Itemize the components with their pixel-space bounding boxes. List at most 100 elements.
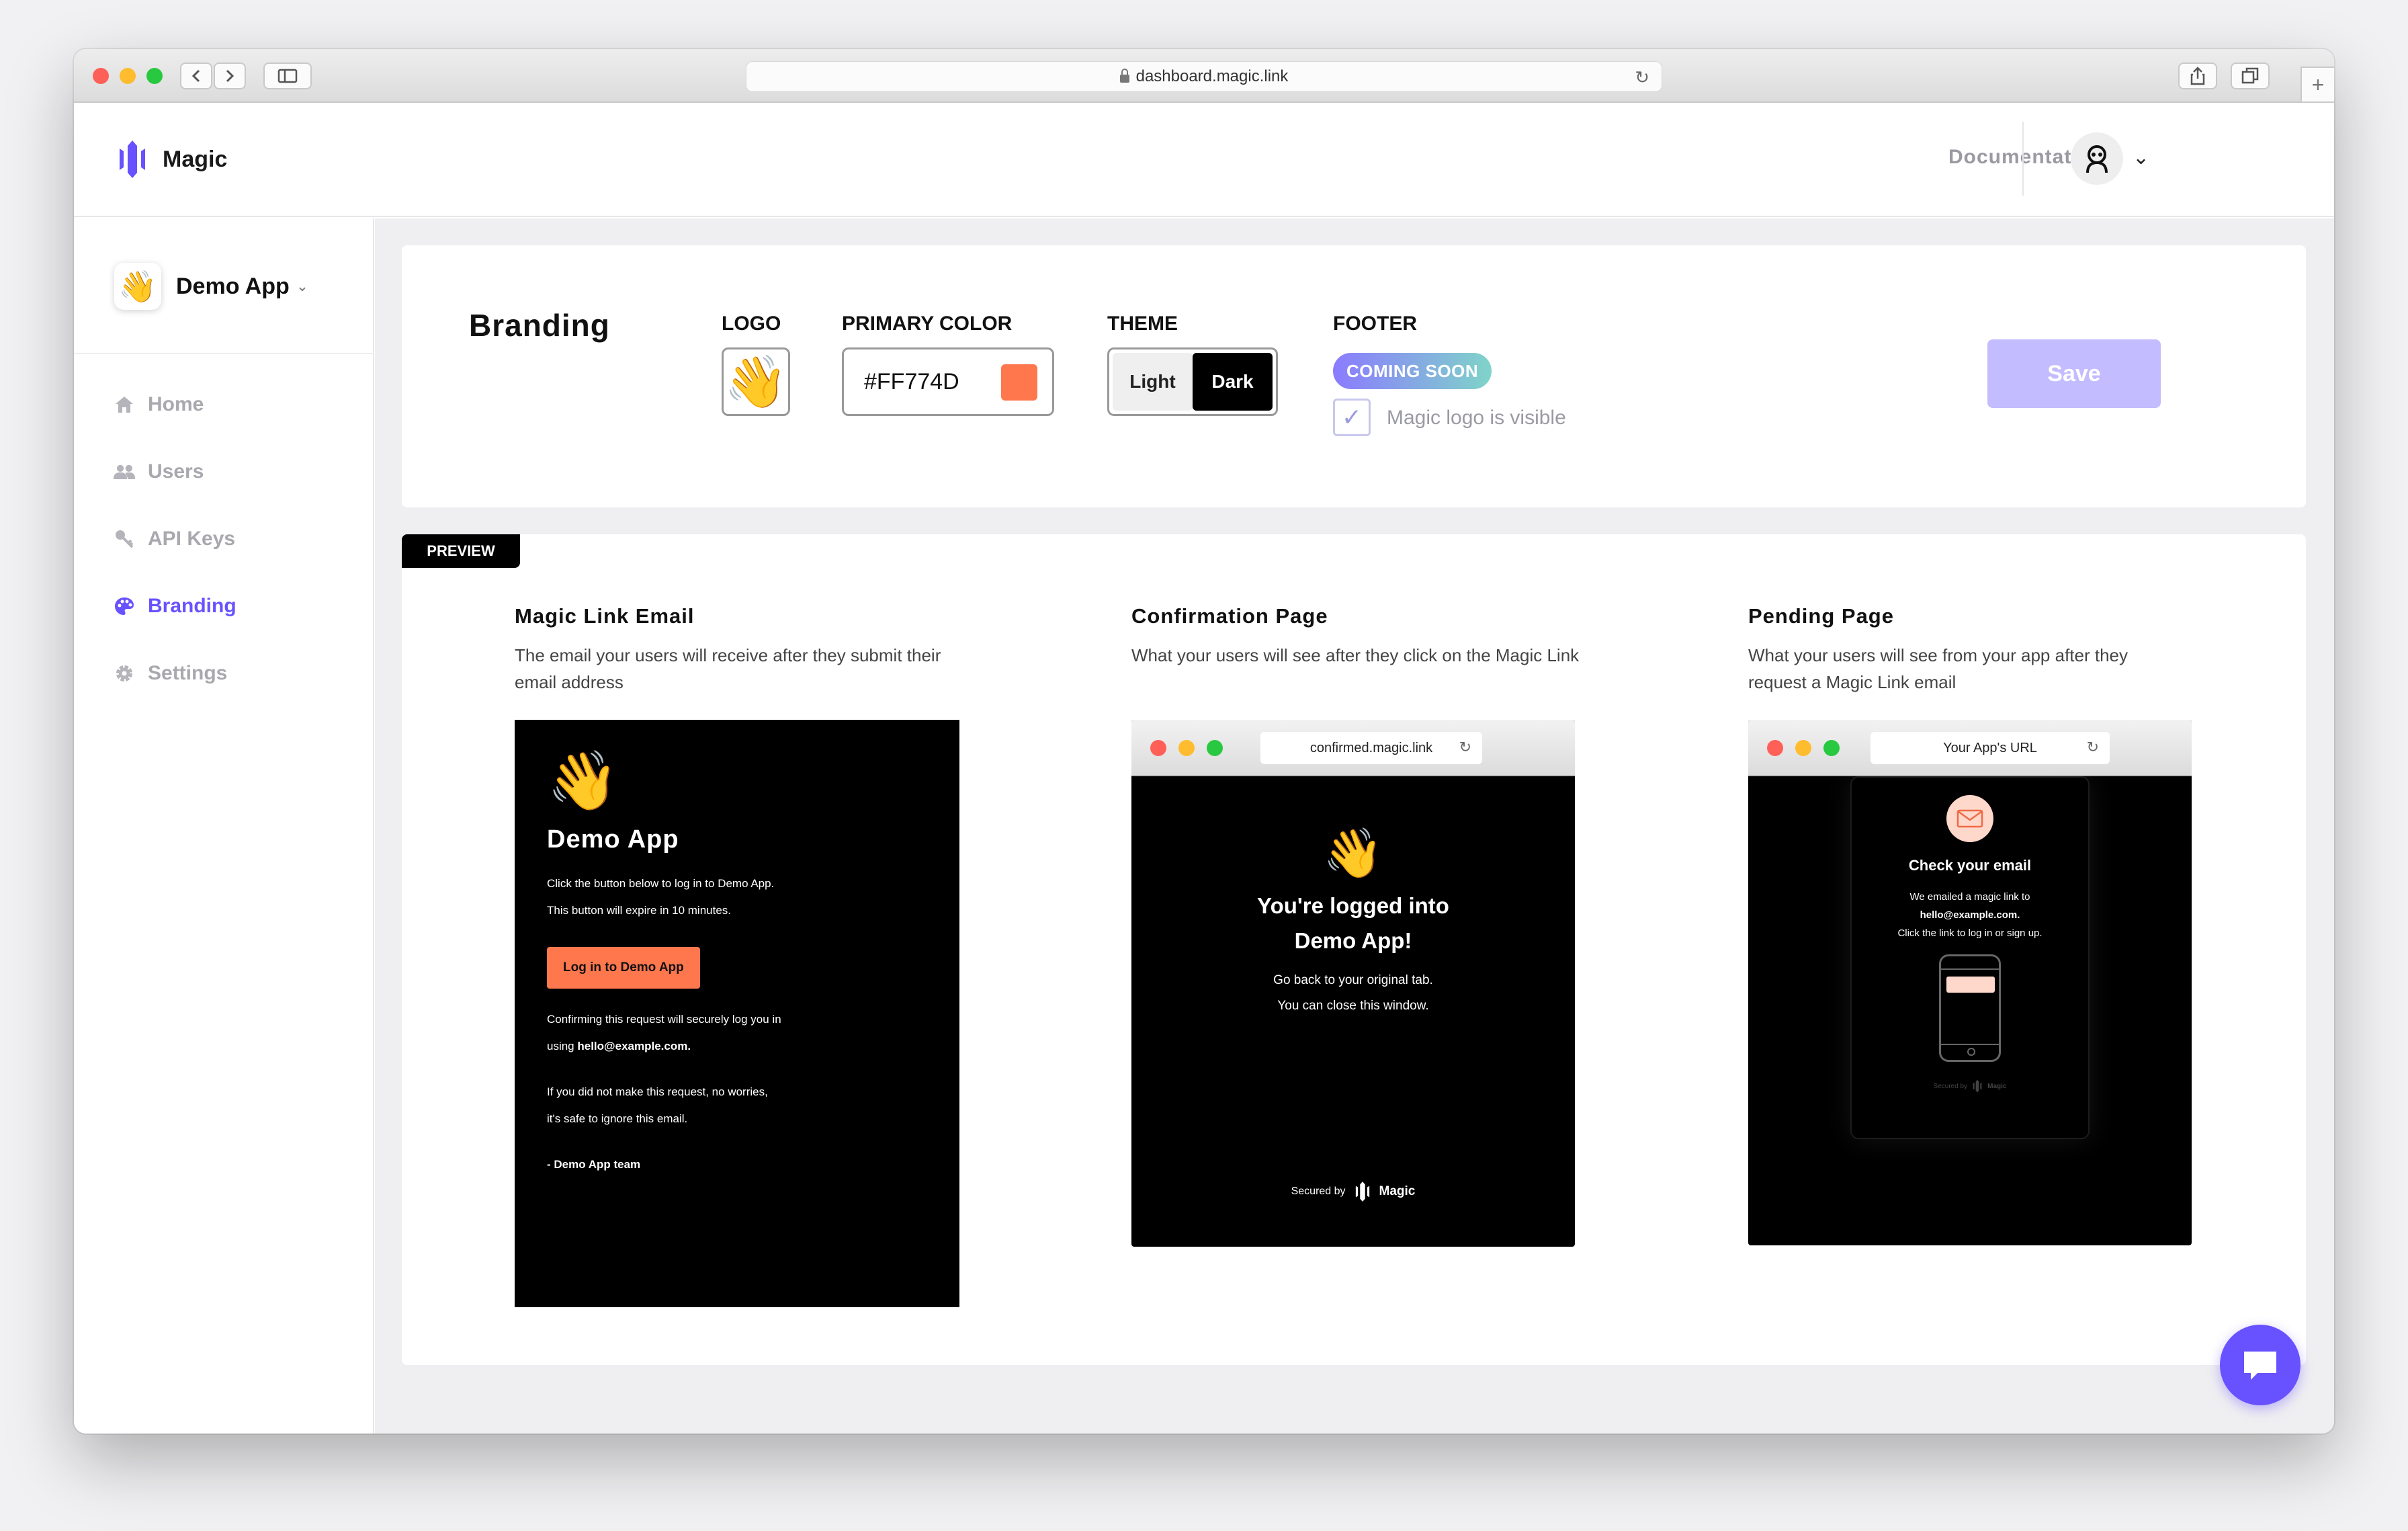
preview-url-bar: Your App's URL ↻ xyxy=(1870,732,2110,764)
app-selector[interactable]: 👋 Demo App ⌄ xyxy=(114,263,308,310)
sidebar-item-settings[interactable]: Settings xyxy=(113,662,227,685)
avatar[interactable] xyxy=(2071,132,2123,185)
app-logo-wave-icon: 👋 xyxy=(114,263,161,310)
secured-by-footer: Secured by Magic xyxy=(1852,1079,2088,1093)
forward-button[interactable] xyxy=(214,63,246,89)
share-button[interactable] xyxy=(2178,63,2217,89)
magic-logo-icon xyxy=(1355,1182,1369,1202)
sidebar: 👋 Demo App ⌄ Home Users API Keys Brandin… xyxy=(74,218,374,1434)
mail-icon xyxy=(1946,795,1993,842)
preview-minimize-dot xyxy=(1795,740,1811,756)
palette-icon xyxy=(113,596,136,616)
wave-icon: 👋 xyxy=(1323,827,1383,880)
chat-support-button[interactable] xyxy=(2220,1325,2300,1405)
theme-label: THEME xyxy=(1107,313,1178,335)
confirmation-preview-title: Confirmation Page xyxy=(1131,604,1328,628)
email-preview: 👋 Demo App Click the button below to log… xyxy=(515,720,959,1307)
main-content: Branding LOGO 👋 PRIMARY COLOR #FF774D TH… xyxy=(375,218,2334,1434)
sidebar-item-label: Settings xyxy=(148,662,228,684)
reload-icon[interactable]: ↻ xyxy=(1635,67,1649,88)
branding-settings-card: Branding LOGO 👋 PRIMARY COLOR #FF774D TH… xyxy=(402,245,2306,507)
email-line-1: Click the button below to log in to Demo… xyxy=(547,877,775,890)
confirmation-body: 👋 You're logged into Demo App! Go back t… xyxy=(1131,776,1575,1247)
email-confirm-line-1: Confirming this request will securely lo… xyxy=(547,1013,781,1026)
reload-icon: ↻ xyxy=(1459,739,1471,755)
sidebar-item-label: API Keys xyxy=(148,528,236,550)
magic-logo-visible-label: Magic logo is visible xyxy=(1387,407,1566,429)
pending-email-address: hello@example.com. xyxy=(1920,909,2020,921)
preview-card: PREVIEW Magic Link Email The email your … xyxy=(402,534,2306,1365)
sidebar-item-home[interactable]: Home xyxy=(113,393,204,416)
color-swatch[interactable] xyxy=(1001,364,1037,401)
sidebar-item-label: Users xyxy=(148,460,204,483)
confirmation-line-1: Go back to your original tab. xyxy=(1273,973,1433,987)
pending-line-1: We emailed a magic link to xyxy=(1909,891,2030,903)
brand-name: Magic xyxy=(163,146,228,172)
close-window-button[interactable] xyxy=(93,68,109,84)
confirmation-line-2: You can close this window. xyxy=(1277,999,1429,1013)
address-bar[interactable]: dashboard.magic.link ↻ xyxy=(746,61,1662,92)
tabs-overview-button[interactable] xyxy=(2231,63,2270,89)
secured-brand: Magic xyxy=(1379,1184,1416,1198)
checkmark-icon: ✓ xyxy=(1341,403,1363,431)
preview-maximize-dot xyxy=(1207,740,1223,756)
pending-line-2: Click the link to log in or sign up. xyxy=(1897,927,2042,939)
lock-icon xyxy=(1119,69,1129,83)
email-preview-title: Magic Link Email xyxy=(515,604,695,628)
email-signoff: - Demo App team xyxy=(547,1158,641,1171)
theme-dark-option[interactable]: Dark xyxy=(1193,353,1273,411)
sidebar-item-api-keys[interactable]: API Keys xyxy=(113,528,235,550)
logo-upload[interactable]: 👋 xyxy=(722,347,790,416)
chevron-left-icon xyxy=(191,69,200,83)
reload-icon: ↻ xyxy=(2086,739,2099,755)
minimize-window-button[interactable] xyxy=(120,68,136,84)
preview-url-bar: confirmed.magic.link ↻ xyxy=(1260,732,1482,764)
sidebar-item-branding[interactable]: Branding xyxy=(113,595,236,618)
wave-icon: 👋 xyxy=(547,749,619,813)
header-divider xyxy=(2022,122,2024,196)
back-button[interactable] xyxy=(180,63,212,89)
new-tab-button[interactable]: + xyxy=(2300,67,2334,103)
magic-logo-visible-checkbox[interactable]: ✓ xyxy=(1333,399,1371,436)
logo-label: LOGO xyxy=(722,313,781,335)
chevron-down-icon: ⌄ xyxy=(296,278,309,294)
plus-icon: + xyxy=(2311,72,2325,97)
theme-toggle[interactable]: Light Dark xyxy=(1107,347,1278,416)
preview-close-dot xyxy=(1150,740,1166,756)
account-menu-chevron-icon[interactable]: ⌄ xyxy=(2133,146,2149,169)
browser-window: dashboard.magic.link ↻ + Magic Documenta… xyxy=(74,49,2334,1434)
confirmation-heading-1: You're logged into xyxy=(1257,893,1449,918)
email-preview-description: The email your users will receive after … xyxy=(515,645,941,692)
secured-brand: Magic xyxy=(1987,1082,2007,1090)
page-title: Branding xyxy=(469,308,610,343)
secured-by-text: Secured by xyxy=(1933,1082,1968,1090)
pending-heading: Check your email xyxy=(1908,857,2032,874)
primary-color-input[interactable]: #FF774D xyxy=(842,347,1054,416)
magic-logo-icon xyxy=(120,140,145,178)
preview-browser-bar: Your App's URL ↻ xyxy=(1748,720,2192,776)
check-email-card: Check your email We emailed a magic link… xyxy=(1850,776,2090,1139)
sidebar-icon xyxy=(277,69,298,83)
save-button[interactable]: Save xyxy=(1987,339,2161,408)
theme-light-option[interactable]: Light xyxy=(1113,353,1193,411)
magic-logo[interactable]: Magic xyxy=(114,139,227,179)
preview-close-dot xyxy=(1767,740,1783,756)
sidebar-toggle-button[interactable] xyxy=(263,63,312,89)
sidebar-divider xyxy=(74,353,374,354)
wave-icon: 👋 xyxy=(724,354,788,411)
chat-bubble-icon xyxy=(2244,1352,2276,1380)
preview-url: confirmed.magic.link xyxy=(1309,740,1433,755)
secured-by-footer: Secured by Magic xyxy=(1131,1181,1575,1202)
footer-label: FOOTER xyxy=(1333,313,1417,335)
sidebar-item-users[interactable]: Users xyxy=(113,460,204,483)
user-avatar-icon xyxy=(2086,145,2108,173)
sidebar-item-label: Home xyxy=(148,393,204,415)
maximize-window-button[interactable] xyxy=(146,68,163,84)
tabs-icon xyxy=(2241,67,2259,84)
email-address: hello@example.com. xyxy=(577,1040,691,1052)
phone-illustration-icon xyxy=(1939,954,2001,1062)
users-icon xyxy=(113,462,136,482)
browser-titlebar: dashboard.magic.link ↻ + xyxy=(74,49,2334,103)
email-confirm-line-2: using hello@example.com. xyxy=(547,1033,927,1060)
confirmation-heading-2: Demo App! xyxy=(1294,928,1412,953)
